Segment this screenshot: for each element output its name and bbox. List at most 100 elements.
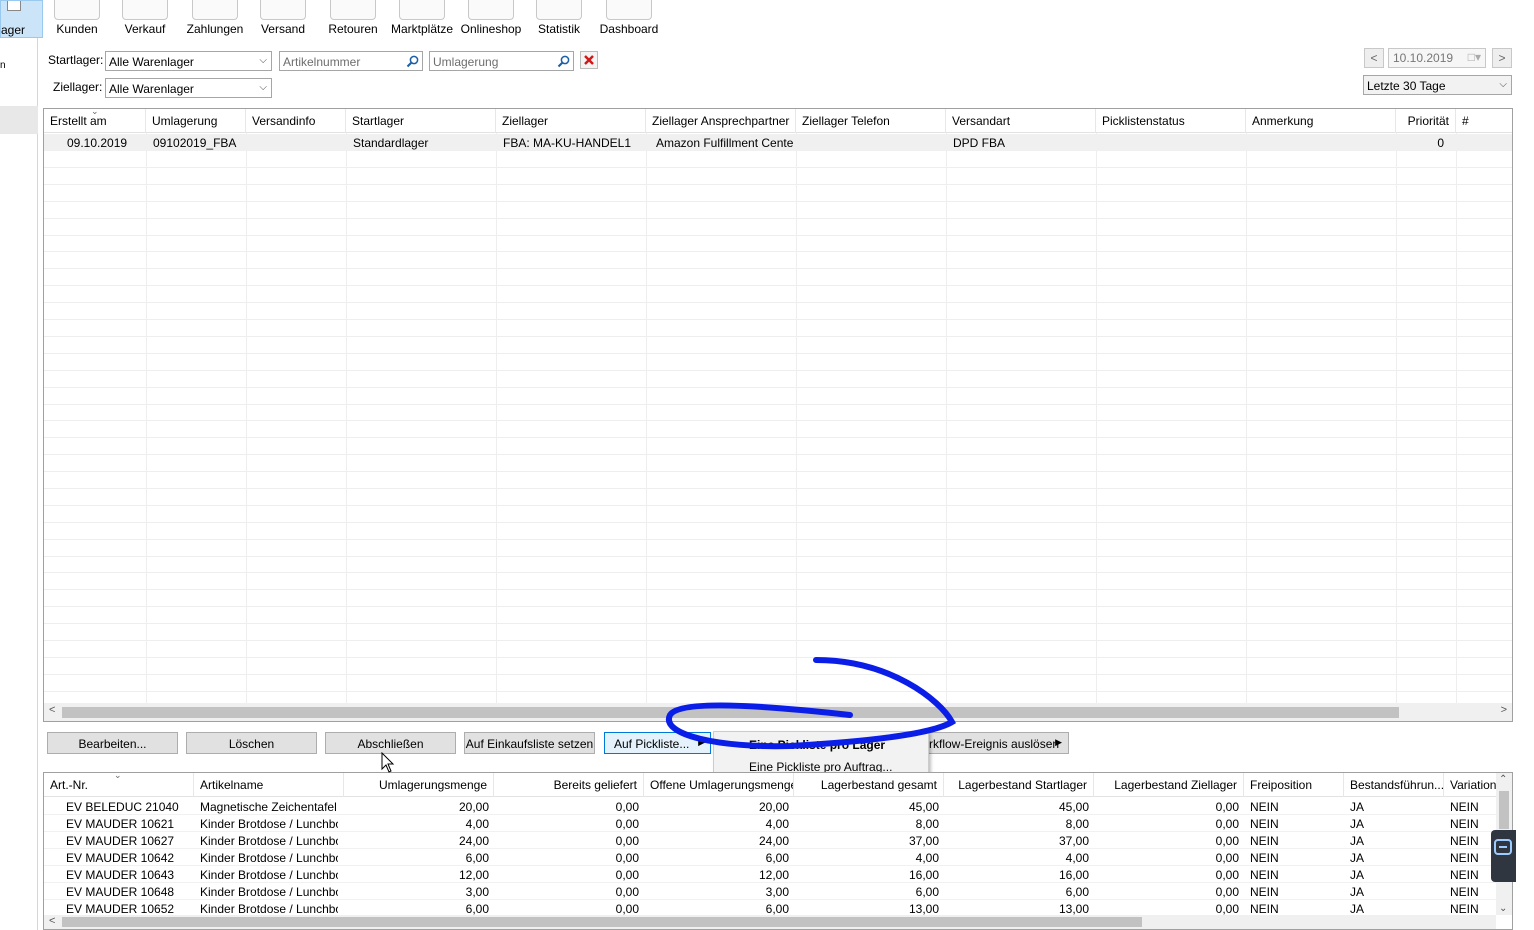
ziellager-value: Alle Warenlager	[109, 82, 194, 96]
nav-tab-lager[interactable]: ager	[0, 0, 43, 38]
menu-item-picklist-per-warehouse[interactable]: Eine Pickliste pro Lager	[749, 738, 885, 752]
horizontal-scrollbar[interactable]: <	[44, 915, 1496, 929]
ziellager-select[interactable]: Alle Warenlager ⌵	[105, 78, 272, 98]
column-header[interactable]: Priorität	[1396, 109, 1456, 133]
table-row[interactable]: EV MAUDER 10642 Kinder Brotdose / Lunchbo…	[44, 849, 1496, 866]
toolbar-item-0[interactable]: Kunden	[47, 0, 107, 38]
chevron-right-icon[interactable]: >	[1501, 704, 1507, 716]
column-header[interactable]: Lagerbestand gesamt	[794, 773, 944, 797]
table-cell: Kinder Brotdose / Lunchbo...	[200, 851, 338, 865]
toolbar-item-6[interactable]: Onlineshop	[459, 0, 523, 38]
table-cell: 6,00	[465, 851, 489, 865]
table-cell: 0,00	[1215, 902, 1239, 916]
add-to-purchase-list-button[interactable]: Auf Einkaufsliste setzen	[464, 732, 595, 754]
umlagerung-input[interactable]: Umlagerung	[429, 51, 574, 71]
column-header[interactable]: Ziellager Ansprechpartner	[646, 109, 796, 133]
column-header[interactable]: Freiposition	[1244, 773, 1344, 797]
table-cell: 37,00	[1058, 834, 1089, 848]
column-header[interactable]: Picklistenstatus	[1096, 109, 1246, 133]
scrollbar-thumb[interactable]	[1499, 791, 1509, 829]
table-row[interactable]: 09.10.2019 09102019_FBA Standardlager FBA: …	[44, 134, 1512, 151]
edit-button[interactable]: Bearbeiten...	[47, 732, 178, 754]
add-to-picklist-button[interactable]: Auf Pickliste... ▶	[604, 732, 711, 754]
table-cell: 0,00	[615, 800, 639, 814]
column-header[interactable]: Versandinfo	[246, 109, 346, 133]
toolbar-item-2[interactable]: Zahlungen	[184, 0, 246, 38]
clear-filter-button[interactable]	[580, 51, 598, 69]
column-header[interactable]: Lagerbestand Startlager	[944, 773, 1094, 797]
column-header[interactable]: Lagerbestand Ziellager	[1094, 773, 1244, 797]
table-row[interactable]: EV MAUDER 10643 Kinder Brotdose / Lunchbo…	[44, 866, 1496, 883]
toolbar-item-3[interactable]: Versand	[254, 0, 312, 38]
column-header[interactable]: Artikelname	[194, 773, 344, 797]
date-picker[interactable]: 10.10.2019 □▾	[1388, 48, 1486, 68]
toolbar-item-4[interactable]: Retouren	[323, 0, 383, 38]
sort-indicator-icon: ⌄	[91, 108, 99, 116]
grid-line	[44, 572, 1512, 573]
column-header[interactable]: #	[1456, 109, 1512, 133]
table-row[interactable]: EV MAUDER 10627 Kinder Brotdose / Lunchbo…	[44, 832, 1496, 849]
table-row[interactable]: EV MAUDER 10648 Kinder Brotdose / Lunchbo…	[44, 883, 1496, 900]
payments-icon	[192, 0, 238, 20]
column-header[interactable]: Ziellager Telefon	[796, 109, 946, 133]
toolbar-item-1[interactable]: Verkauf	[116, 0, 174, 38]
scrollbar-thumb[interactable]	[62, 707, 1399, 718]
date-range-select[interactable]: Letzte 30 Tage ⌵	[1363, 75, 1512, 95]
chevron-down-icon[interactable]: ⌄	[1499, 903, 1507, 914]
toolbar-item-5[interactable]: Marktplätze	[389, 0, 455, 38]
nav-selected-row[interactable]	[0, 106, 38, 134]
transfers-table: Erstellt am Umlagerung Versandinfo Startlag…	[43, 108, 1513, 722]
table-cell: Kinder Brotdose / Lunchbo...	[200, 834, 338, 848]
grid-line	[44, 471, 1512, 472]
delete-button[interactable]: Löschen	[186, 732, 317, 754]
table-cell: 3,00	[465, 885, 489, 899]
table-header: Erstellt am Umlagerung Versandinfo Startlag…	[44, 109, 1512, 133]
complete-button[interactable]: Abschließen	[325, 732, 456, 754]
column-header[interactable]: Versandart	[946, 109, 1096, 133]
search-icon[interactable]	[557, 55, 570, 68]
scrollbar-thumb[interactable]	[62, 917, 1142, 927]
workflow-event-button[interactable]: rkflow-Ereignis auslösen ▶	[912, 732, 1069, 754]
add-to-purchase-list-label: Auf Einkaufsliste setzen	[465, 737, 594, 751]
table-cell: 0,00	[1215, 834, 1239, 848]
table-cell: 0,00	[615, 817, 639, 831]
table-cell: 0,00	[1215, 817, 1239, 831]
column-header[interactable]: Bereits geliefert	[494, 773, 644, 797]
horizontal-scrollbar[interactable]: < >	[44, 703, 1512, 721]
chevron-up-icon[interactable]: ⌃	[1499, 774, 1507, 785]
toolbar-item-7[interactable]: Statistik	[530, 0, 588, 38]
search-icon[interactable]	[406, 55, 419, 68]
table-row[interactable]: EV BELEDUC 21040 Magnetische Zeichentafel…	[44, 798, 1496, 815]
side-panel-handle[interactable]	[1491, 830, 1516, 882]
column-header[interactable]: Anmerkung	[1246, 109, 1396, 133]
toolbar-item-8[interactable]: Dashboard	[598, 0, 660, 38]
table-cell: 6,00	[915, 885, 939, 899]
table-cell: 24,00	[758, 834, 789, 848]
table-cell: NEIN	[1250, 817, 1279, 831]
column-header[interactable]: Offene Umlagerungsmenge	[644, 773, 794, 797]
column-header[interactable]: Umlagerung	[146, 109, 246, 133]
date-prev-button[interactable]: <	[1364, 48, 1384, 68]
column-header[interactable]: Bestandsführun...	[1344, 773, 1444, 797]
calendar-icon[interactable]: □▾	[1468, 50, 1481, 64]
column-header[interactable]: Ziellager	[496, 109, 646, 133]
column-header[interactable]: Umlagerungsmenge	[344, 773, 494, 797]
article-number-input[interactable]: Artikelnummer	[279, 51, 423, 71]
grid-line	[44, 319, 1512, 320]
grid-line	[44, 420, 1512, 421]
chevron-left-icon[interactable]: <	[49, 704, 55, 716]
column-header[interactable]: Startlager	[346, 109, 496, 133]
chevron-left-icon: <	[1370, 51, 1378, 65]
table-cell: 6,00	[1065, 885, 1089, 899]
startlager-select[interactable]: Alle Warenlager ⌵	[105, 51, 272, 71]
chevron-down-icon: ⌵	[259, 55, 267, 66]
table-cell: 0,00	[615, 902, 639, 916]
chevron-left-icon[interactable]: <	[49, 915, 55, 927]
table-cell: JA	[1350, 800, 1365, 814]
table-row[interactable]: EV MAUDER 10621 Kinder Brotdose / Lunchbo…	[44, 815, 1496, 832]
complete-button-label: Abschließen	[357, 737, 424, 751]
table-cell: 6,00	[765, 851, 789, 865]
table-cell: NEIN	[1250, 885, 1279, 899]
date-next-button[interactable]: >	[1492, 48, 1512, 68]
sort-indicator-icon: ⌄	[114, 772, 122, 780]
